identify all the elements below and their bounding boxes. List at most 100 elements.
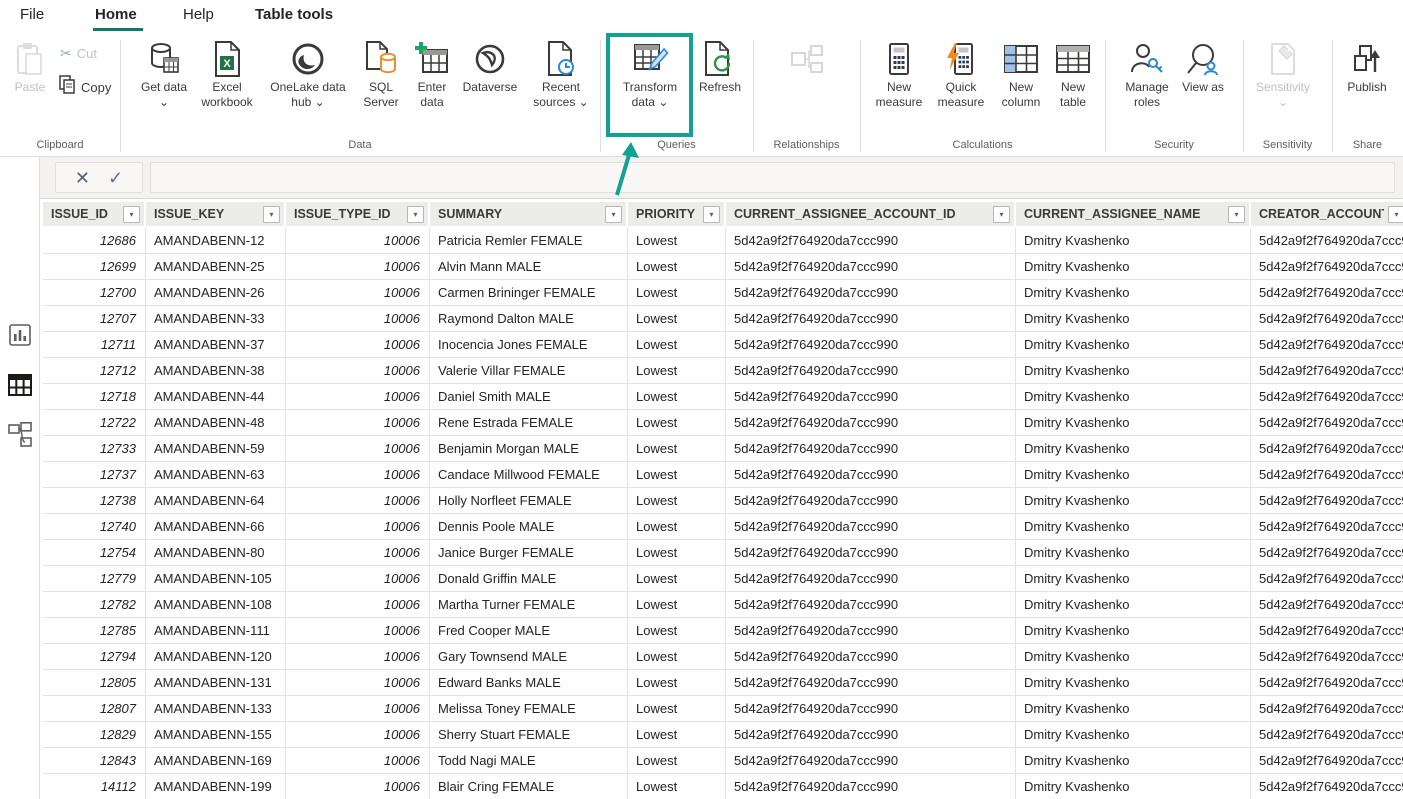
cell-issue_id[interactable]: 12843 bbox=[43, 748, 146, 773]
cell-issue_key[interactable]: AMANDABENN-108 bbox=[146, 592, 286, 617]
cell-current_assignee_account_id[interactable]: 5d42a9f2f764920da7ccc990 bbox=[726, 488, 1016, 513]
cell-priority[interactable]: Lowest bbox=[628, 670, 726, 695]
cell-issue_type_id[interactable]: 10006 bbox=[286, 748, 430, 773]
cell-creator_account_id[interactable]: 5d42a9f2f764920da7ccc990 bbox=[1251, 306, 1403, 331]
cell-priority[interactable]: Lowest bbox=[628, 332, 726, 357]
cell-creator_account_id[interactable]: 5d42a9f2f764920da7ccc990 bbox=[1251, 748, 1403, 773]
cell-issue_id[interactable]: 12794 bbox=[43, 644, 146, 669]
view-as-button[interactable]: View as bbox=[1180, 38, 1226, 95]
cell-summary[interactable]: Inocencia Jones FEMALE bbox=[430, 332, 628, 357]
cell-current_assignee_name[interactable]: Dmitry Kvashenko bbox=[1016, 384, 1251, 409]
cell-summary[interactable]: Carmen Brininger FEMALE bbox=[430, 280, 628, 305]
cell-issue_type_id[interactable]: 10006 bbox=[286, 644, 430, 669]
cell-issue_type_id[interactable]: 10006 bbox=[286, 436, 430, 461]
cell-issue_key[interactable]: AMANDABENN-25 bbox=[146, 254, 286, 279]
cell-creator_account_id[interactable]: 5d42a9f2f764920da7ccc990 bbox=[1251, 332, 1403, 357]
cell-priority[interactable]: Lowest bbox=[628, 228, 726, 253]
cell-current_assignee_name[interactable]: Dmitry Kvashenko bbox=[1016, 488, 1251, 513]
cell-creator_account_id[interactable]: 5d42a9f2f764920da7ccc990 bbox=[1251, 670, 1403, 695]
cell-creator_account_id[interactable]: 5d42a9f2f764920da7ccc990 bbox=[1251, 514, 1403, 539]
cell-current_assignee_name[interactable]: Dmitry Kvashenko bbox=[1016, 618, 1251, 643]
recent-sources-button[interactable]: Recent sources ⌄ bbox=[524, 38, 598, 109]
cell-summary[interactable]: Gary Townsend MALE bbox=[430, 644, 628, 669]
cell-priority[interactable]: Lowest bbox=[628, 774, 726, 799]
cell-current_assignee_account_id[interactable]: 5d42a9f2f764920da7ccc990 bbox=[726, 332, 1016, 357]
cell-priority[interactable]: Lowest bbox=[628, 306, 726, 331]
cell-current_assignee_account_id[interactable]: 5d42a9f2f764920da7ccc990 bbox=[726, 462, 1016, 487]
get-data-button[interactable]: Get data ⌄ bbox=[136, 38, 192, 109]
cell-current_assignee_account_id[interactable]: 5d42a9f2f764920da7ccc990 bbox=[726, 566, 1016, 591]
cell-issue_key[interactable]: AMANDABENN-64 bbox=[146, 488, 286, 513]
cell-issue_type_id[interactable]: 10006 bbox=[286, 254, 430, 279]
cell-summary[interactable]: Valerie Villar FEMALE bbox=[430, 358, 628, 383]
paste-button[interactable]: Paste bbox=[6, 38, 54, 95]
new-table-button[interactable]: New table bbox=[1048, 38, 1098, 109]
cell-issue_key[interactable]: AMANDABENN-80 bbox=[146, 540, 286, 565]
cell-issue_type_id[interactable]: 10006 bbox=[286, 696, 430, 721]
cell-current_assignee_name[interactable]: Dmitry Kvashenko bbox=[1016, 592, 1251, 617]
cell-priority[interactable]: Lowest bbox=[628, 566, 726, 591]
cell-current_assignee_account_id[interactable]: 5d42a9f2f764920da7ccc990 bbox=[726, 228, 1016, 253]
cell-current_assignee_account_id[interactable]: 5d42a9f2f764920da7ccc990 bbox=[726, 436, 1016, 461]
column-header-creator_account_id[interactable]: CREATOR_ACCOUNT_ID▾ bbox=[1251, 202, 1403, 226]
cell-creator_account_id[interactable]: 5d42a9f2f764920da7ccc990 bbox=[1251, 436, 1403, 461]
cell-issue_key[interactable]: AMANDABENN-48 bbox=[146, 410, 286, 435]
cell-issue_key[interactable]: AMANDABENN-169 bbox=[146, 748, 286, 773]
cell-priority[interactable]: Lowest bbox=[628, 644, 726, 669]
onelake-data-hub-button[interactable]: OneLake data hub ⌄ bbox=[262, 38, 354, 109]
filter-dropdown-icon[interactable]: ▾ bbox=[1228, 206, 1245, 223]
cell-priority[interactable]: Lowest bbox=[628, 254, 726, 279]
cell-creator_account_id[interactable]: 5d42a9f2f764920da7ccc990 bbox=[1251, 384, 1403, 409]
cell-issue_id[interactable]: 12707 bbox=[43, 306, 146, 331]
cell-creator_account_id[interactable]: 5d42a9f2f764920da7ccc990 bbox=[1251, 696, 1403, 721]
cell-summary[interactable]: Candace Millwood FEMALE bbox=[430, 462, 628, 487]
cell-priority[interactable]: Lowest bbox=[628, 618, 726, 643]
cell-current_assignee_name[interactable]: Dmitry Kvashenko bbox=[1016, 748, 1251, 773]
filter-dropdown-icon[interactable]: ▾ bbox=[605, 206, 622, 223]
cell-issue_type_id[interactable]: 10006 bbox=[286, 774, 430, 799]
cell-current_assignee_account_id[interactable]: 5d42a9f2f764920da7ccc990 bbox=[726, 592, 1016, 617]
cell-issue_id[interactable]: 12779 bbox=[43, 566, 146, 591]
cell-summary[interactable]: Rene Estrada FEMALE bbox=[430, 410, 628, 435]
cell-issue_type_id[interactable]: 10006 bbox=[286, 358, 430, 383]
cell-summary[interactable]: Holly Norfleet FEMALE bbox=[430, 488, 628, 513]
new-column-button[interactable]: New column bbox=[994, 38, 1048, 109]
cell-priority[interactable]: Lowest bbox=[628, 488, 726, 513]
cell-priority[interactable]: Lowest bbox=[628, 410, 726, 435]
cell-creator_account_id[interactable]: 5d42a9f2f764920da7ccc990 bbox=[1251, 618, 1403, 643]
cell-priority[interactable]: Lowest bbox=[628, 462, 726, 487]
cell-issue_key[interactable]: AMANDABENN-63 bbox=[146, 462, 286, 487]
cell-issue_id[interactable]: 12699 bbox=[43, 254, 146, 279]
manage-roles-button[interactable]: Manage roles bbox=[1116, 38, 1178, 109]
cell-creator_account_id[interactable]: 5d42a9f2f764920da7ccc990 bbox=[1251, 592, 1403, 617]
column-header-current_assignee_name[interactable]: CURRENT_ASSIGNEE_NAME▾ bbox=[1016, 202, 1251, 226]
cell-issue_key[interactable]: AMANDABENN-37 bbox=[146, 332, 286, 357]
model-view-icon[interactable] bbox=[8, 423, 32, 447]
tab-table-tools[interactable]: Table tools bbox=[255, 6, 333, 23]
cell-issue_key[interactable]: AMANDABENN-155 bbox=[146, 722, 286, 747]
cell-current_assignee_account_id[interactable]: 5d42a9f2f764920da7ccc990 bbox=[726, 306, 1016, 331]
cell-issue_type_id[interactable]: 10006 bbox=[286, 384, 430, 409]
cell-current_assignee_name[interactable]: Dmitry Kvashenko bbox=[1016, 228, 1251, 253]
cell-summary[interactable]: Martha Turner FEMALE bbox=[430, 592, 628, 617]
cell-current_assignee_account_id[interactable]: 5d42a9f2f764920da7ccc990 bbox=[726, 696, 1016, 721]
refresh-button[interactable]: Refresh bbox=[692, 38, 748, 95]
cell-creator_account_id[interactable]: 5d42a9f2f764920da7ccc990 bbox=[1251, 228, 1403, 253]
cell-priority[interactable]: Lowest bbox=[628, 384, 726, 409]
cell-priority[interactable]: Lowest bbox=[628, 358, 726, 383]
cell-issue_id[interactable]: 12700 bbox=[43, 280, 146, 305]
cell-current_assignee_account_id[interactable]: 5d42a9f2f764920da7ccc990 bbox=[726, 774, 1016, 799]
cell-priority[interactable]: Lowest bbox=[628, 436, 726, 461]
cell-issue_key[interactable]: AMANDABENN-120 bbox=[146, 644, 286, 669]
new-measure-button[interactable]: New measure bbox=[868, 38, 930, 109]
cell-summary[interactable]: Benjamin Morgan MALE bbox=[430, 436, 628, 461]
cell-current_assignee_name[interactable]: Dmitry Kvashenko bbox=[1016, 358, 1251, 383]
cell-issue_key[interactable]: AMANDABENN-59 bbox=[146, 436, 286, 461]
sql-server-button[interactable]: SQL Server bbox=[356, 38, 406, 109]
cell-issue_key[interactable]: AMANDABENN-33 bbox=[146, 306, 286, 331]
cell-current_assignee_account_id[interactable]: 5d42a9f2f764920da7ccc990 bbox=[726, 384, 1016, 409]
sensitivity-button[interactable]: Sensitivity ⌄ bbox=[1250, 38, 1316, 109]
cell-current_assignee_name[interactable]: Dmitry Kvashenko bbox=[1016, 332, 1251, 357]
tab-help[interactable]: Help bbox=[183, 6, 214, 23]
cell-summary[interactable]: Janice Burger FEMALE bbox=[430, 540, 628, 565]
